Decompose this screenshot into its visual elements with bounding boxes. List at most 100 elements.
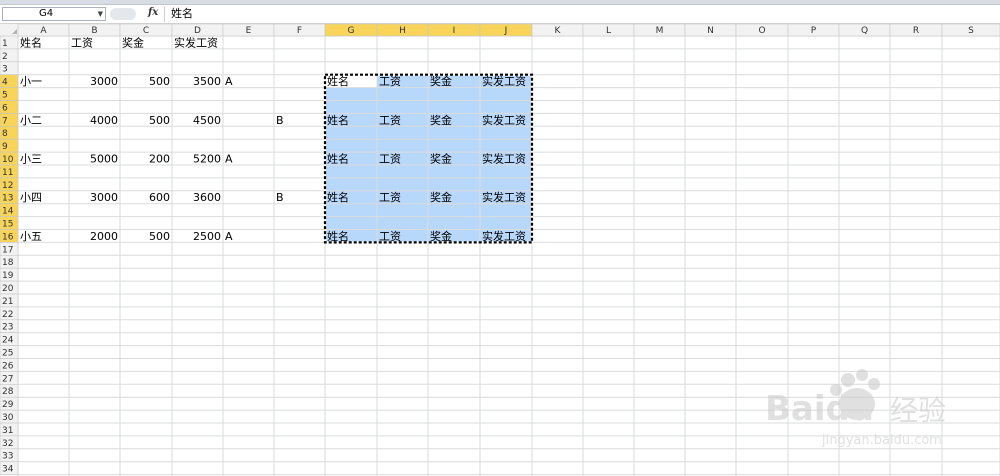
cell-g4[interactable]: 姓名 <box>327 74 349 88</box>
row-header-label: 28 <box>2 387 14 397</box>
cell-c1[interactable]: 奖金 <box>122 35 144 49</box>
column-header-label: B <box>91 26 97 36</box>
column-header-label: O <box>758 26 765 36</box>
cell-i4[interactable]: 奖金 <box>430 74 452 88</box>
cell-b10[interactable]: 5000 <box>90 153 118 166</box>
cell-j10[interactable]: 实发工资 <box>482 152 526 166</box>
row-header-label: 11 <box>2 168 13 178</box>
column-header-label: R <box>913 26 919 36</box>
cell-b13[interactable]: 3000 <box>90 191 118 204</box>
watermark-url: jingyan.baidu.com <box>821 433 942 448</box>
column-header-label: N <box>707 26 714 36</box>
column-header-label: P <box>811 26 817 36</box>
column-header-label: C <box>143 26 149 36</box>
cell-h7[interactable]: 工资 <box>379 114 401 127</box>
cell-h10[interactable]: 工资 <box>379 153 401 166</box>
row-header-label: 16 <box>2 232 14 242</box>
cell-c13[interactable]: 600 <box>149 191 170 204</box>
watermark-brand: Baidu <box>765 389 874 429</box>
cell-d7[interactable]: 4500 <box>193 114 221 127</box>
column-header-label: E <box>246 26 252 36</box>
cell-i7[interactable]: 奖金 <box>430 113 452 127</box>
cell-j13[interactable]: 实发工资 <box>482 190 526 204</box>
cell-b4[interactable]: 3000 <box>90 75 118 88</box>
cell-a7[interactable]: 小二 <box>20 114 42 127</box>
watermark-suffix: 经验 <box>890 394 946 427</box>
cell-d1[interactable]: 实发工资 <box>174 35 218 49</box>
row-header-label: 4 <box>2 78 8 88</box>
row-header-label: 12 <box>2 181 13 191</box>
row-header-label: 14 <box>2 207 14 217</box>
cell-c4[interactable]: 500 <box>149 75 170 88</box>
column-header-label: D <box>194 26 201 36</box>
row-header-label: 22 <box>2 310 13 320</box>
column-header-label: S <box>968 26 974 36</box>
column-header-label: I <box>453 26 456 36</box>
cell-a4[interactable]: 小一 <box>20 75 42 88</box>
cell-a10[interactable]: 小三 <box>20 153 42 166</box>
worksheet-grid[interactable]: A B C D E F G H I J K L M N O P Q R S 1 2 3 4 5 6 7 8 9 10 11 12 13 14 15… <box>0 0 1000 476</box>
cell-a16[interactable]: 小五 <box>20 230 42 243</box>
cell-b16[interactable]: 2000 <box>90 230 118 243</box>
column-header-label: H <box>399 26 406 36</box>
cell-j16[interactable]: 实发工资 <box>482 229 526 243</box>
row-header-label: 33 <box>2 452 13 462</box>
cell-e10[interactable]: A <box>225 153 233 166</box>
cell-f13[interactable]: B <box>276 191 284 204</box>
cell-h13[interactable]: 工资 <box>379 191 401 204</box>
column-header-label: F <box>297 26 302 36</box>
cell-d4[interactable]: 3500 <box>193 75 221 88</box>
cell-e16[interactable]: A <box>225 230 233 243</box>
cell-c10[interactable]: 200 <box>149 153 170 166</box>
row-header-label: 3 <box>2 65 8 75</box>
cell-d16[interactable]: 2500 <box>193 230 221 243</box>
cell-i10[interactable]: 奖金 <box>430 152 452 166</box>
row-header-label: 17 <box>2 245 13 255</box>
cell-g13[interactable]: 姓名 <box>327 190 349 204</box>
row-header-label: 21 <box>2 297 13 307</box>
cell-i13[interactable]: 奖金 <box>430 190 452 204</box>
column-header-label: L <box>606 26 611 36</box>
cell-g7[interactable]: 姓名 <box>327 113 349 127</box>
cell-c7[interactable]: 500 <box>149 114 170 127</box>
column-header-label: G <box>348 26 355 36</box>
cell-d10[interactable]: 5200 <box>193 153 221 166</box>
row-header-label: 1 <box>2 39 8 49</box>
cell-e4[interactable]: A <box>225 75 233 88</box>
cell-b1[interactable]: 工资 <box>71 36 93 49</box>
row-header-label: 7 <box>2 116 8 126</box>
row-header-label: 5 <box>2 91 8 101</box>
row-header-label: 20 <box>2 284 14 294</box>
column-header-label: A <box>40 26 47 36</box>
cell-g16[interactable]: 姓名 <box>327 229 349 243</box>
cell-d13[interactable]: 3600 <box>193 191 221 204</box>
row-header-label: 29 <box>2 400 14 410</box>
cell-b7[interactable]: 4000 <box>90 114 118 127</box>
row-header-label: 8 <box>2 129 8 139</box>
cell-j7[interactable]: 实发工资 <box>482 113 526 127</box>
row-header-label: 32 <box>2 439 13 449</box>
column-header-label: J <box>504 26 508 36</box>
cell-a13[interactable]: 小四 <box>20 191 42 204</box>
row-header-label: 18 <box>2 258 14 268</box>
row-header-label: 27 <box>2 374 13 384</box>
row-header-label: 31 <box>2 426 13 436</box>
cell-g10[interactable]: 姓名 <box>327 152 349 166</box>
row-header-label: 34 <box>2 465 14 475</box>
cell-a1[interactable]: 姓名 <box>20 35 42 49</box>
cell-i16[interactable]: 奖金 <box>430 229 452 243</box>
row-header-label: 9 <box>2 142 8 152</box>
row-header-label: 2 <box>2 52 8 62</box>
row-header-label: 23 <box>2 323 13 333</box>
cell-c16[interactable]: 500 <box>149 230 170 243</box>
column-header-label: M <box>656 26 664 36</box>
row-header-label: 19 <box>2 271 14 281</box>
cell-h4[interactable]: 工资 <box>379 75 401 88</box>
cell-f7[interactable]: B <box>276 114 284 127</box>
row-header-label: 30 <box>2 413 14 423</box>
cell-h16[interactable]: 工资 <box>379 230 401 243</box>
row-header-label: 10 <box>2 155 14 165</box>
row-header-label: 24 <box>2 336 14 346</box>
row-header-label: 25 <box>2 349 13 359</box>
cell-j4[interactable]: 实发工资 <box>482 74 526 88</box>
